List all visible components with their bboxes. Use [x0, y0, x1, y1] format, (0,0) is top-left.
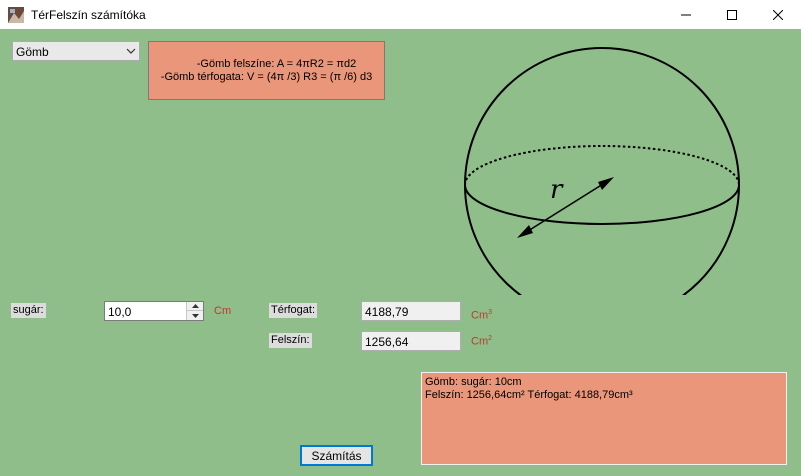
radius-symbol: r [550, 175, 564, 205]
surface-label: Felszín: [269, 333, 312, 348]
volume-unit-text: Cm [471, 309, 489, 322]
surface-unit: Cm2 [471, 335, 492, 348]
volume-unit-exponent: 3 [488, 309, 493, 316]
caret-up-icon [191, 304, 199, 308]
spin-up-button[interactable] [187, 302, 203, 311]
radius-label: sugár: [11, 303, 46, 318]
surface-formula: -Gömb felszíne: A = 4πR2 = πd2 [196, 57, 357, 70]
app-icon [8, 7, 24, 23]
minimize-button[interactable] [663, 0, 709, 29]
sphere-diagram: r [464, 47, 740, 295]
volume-formula: -Gömb térfogata: V = (4π /3) R3 = (π /6)… [160, 70, 373, 83]
radius-spinner[interactable] [186, 302, 203, 320]
calculate-button[interactable]: Számítás [300, 445, 373, 466]
volume-unit: Cm3 [471, 309, 492, 322]
shape-select[interactable]: Gömb [12, 41, 140, 61]
maximize-button[interactable] [709, 0, 755, 29]
result-textbox[interactable]: Gömb: sugár: 10cm Felszín: 1256,64cm² Té… [421, 372, 787, 465]
minimize-icon [681, 14, 691, 15]
radius-input[interactable]: 10,0 [104, 301, 204, 321]
shape-select-value: Gömb [16, 45, 49, 59]
formula-panel: -Gömb felszíne: A = 4πR2 = πd2 -Gömb tér… [148, 41, 385, 100]
title-bar: TérFelszín számítóka [0, 0, 801, 29]
window-title: TérFelszín számítóka [31, 8, 146, 22]
surface-unit-exponent: 2 [488, 335, 493, 342]
spin-down-button[interactable] [187, 311, 203, 320]
result-line-2: Felszín: 1256,64cm² Térfogat: 4188,79cm³ [425, 389, 633, 401]
surface-output[interactable]: 1256,64 [361, 331, 461, 351]
radius-unit: Cm [214, 305, 232, 317]
close-icon [773, 9, 783, 20]
close-button[interactable] [755, 0, 801, 29]
volume-value: 4188,79 [365, 305, 409, 319]
result-line-1: Gömb: sugár: 10cm [425, 376, 522, 388]
radius-value: 10,0 [108, 305, 132, 319]
chevron-down-icon [126, 48, 136, 54]
calculate-button-label: Számítás [311, 448, 362, 463]
surface-value: 1256,64 [365, 335, 409, 349]
volume-label: Térfogat: [269, 303, 318, 318]
maximize-icon [727, 9, 737, 20]
caret-down-icon [191, 313, 199, 318]
surface-unit-text: Cm [471, 335, 489, 348]
volume-output[interactable]: 4188,79 [361, 301, 461, 321]
